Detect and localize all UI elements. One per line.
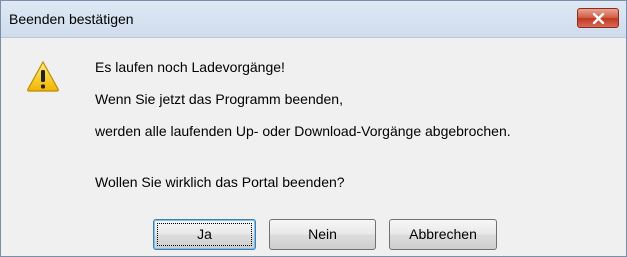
yes-button-label: Ja	[197, 226, 212, 242]
title-bar[interactable]: Beenden bestätigen	[1, 1, 626, 38]
message-line-3: werden alle laufenden Up- oder Download-…	[95, 123, 511, 139]
yes-button[interactable]: Ja	[153, 219, 256, 250]
cancel-button[interactable]: Abbrechen	[389, 219, 497, 250]
close-icon	[592, 13, 605, 24]
question-text: Wollen Sie wirklich das Portal beenden?	[95, 174, 345, 190]
cancel-button-label: Abbrechen	[409, 226, 477, 242]
warning-icon	[27, 60, 59, 92]
window-title: Beenden bestätigen	[9, 11, 134, 27]
no-button-label: Nein	[308, 226, 337, 242]
dialog-body: Es laufen noch Ladevorgänge! Wenn Sie je…	[1, 38, 626, 256]
confirm-dialog: Beenden bestätigen Es laufen noch Ladevo…	[0, 0, 627, 257]
no-button[interactable]: Nein	[269, 219, 376, 250]
close-button[interactable]	[577, 8, 619, 28]
message-line-1: Es laufen noch Ladevorgänge!	[95, 59, 285, 75]
message-line-2: Wenn Sie jetzt das Programm beenden,	[95, 91, 343, 107]
